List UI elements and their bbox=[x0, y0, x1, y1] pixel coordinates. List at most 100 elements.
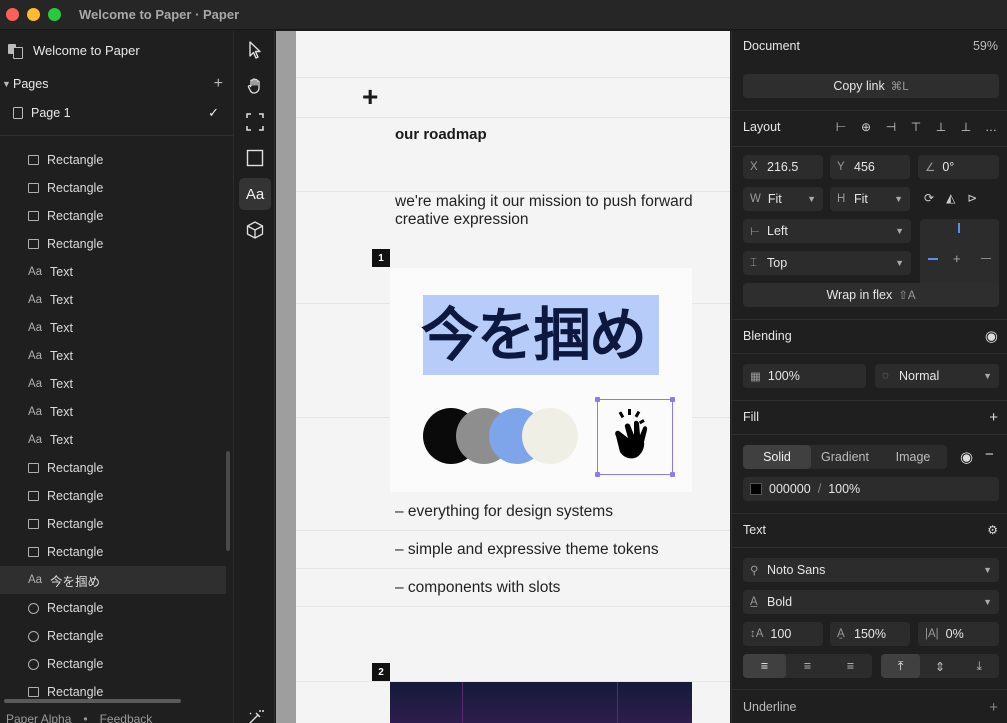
layer-item[interactable]: Aa Text bbox=[0, 258, 226, 286]
layer-item[interactable]: Aa Text bbox=[0, 398, 226, 426]
hero-card[interactable]: 今を掴め bbox=[390, 268, 692, 492]
wrap-in-flex-button[interactable]: Wrap in flex ⇧A bbox=[743, 283, 999, 307]
layer-item[interactable]: Rectangle bbox=[0, 650, 226, 678]
tab-image[interactable]: Image bbox=[879, 445, 947, 469]
align-text-middle-icon[interactable]: ⇕ bbox=[920, 654, 959, 678]
horizontal-scrollbar[interactable] bbox=[4, 699, 181, 703]
layer-item[interactable]: Rectangle bbox=[0, 594, 226, 622]
font-size-field[interactable]: ↕A 100 bbox=[743, 622, 823, 646]
eye-icon[interactable]: ◉ bbox=[960, 448, 973, 466]
artboard[interactable]: + our roadmap we're making it our missio… bbox=[296, 31, 730, 723]
page-item[interactable]: Page 1 ✓ bbox=[0, 99, 233, 127]
opacity-field[interactable]: ▦ 100% bbox=[743, 364, 866, 388]
top-constraint-line[interactable] bbox=[958, 223, 960, 233]
hero-japanese-text[interactable]: 今を掴め bbox=[421, 296, 647, 374]
text-tool[interactable]: Aa bbox=[239, 178, 271, 210]
layer-item[interactable]: Rectangle bbox=[0, 482, 226, 510]
zoom-level[interactable]: 59% bbox=[973, 39, 998, 53]
rotation-field[interactable]: ∠ 0° bbox=[918, 155, 999, 179]
layer-item[interactable]: Rectangle bbox=[0, 202, 226, 230]
font-weight-select[interactable]: A̲ Bold ▼ bbox=[743, 590, 999, 614]
align-bottom-icon[interactable]: ⊥ bbox=[959, 120, 973, 134]
selected-gesture-frame[interactable] bbox=[595, 397, 675, 477]
right-constraint-line[interactable] bbox=[981, 258, 991, 259]
bullet-item[interactable]: – simple and expressive theme tokens bbox=[395, 541, 659, 559]
layer-item[interactable]: Rectangle bbox=[0, 230, 226, 258]
vertical-constraint-select[interactable]: ⌶ Top ▼ bbox=[743, 251, 911, 275]
align-text-bottom-icon[interactable]: ⤓ bbox=[960, 654, 999, 678]
horizontal-constraint-select[interactable]: ⊢ Left ▼ bbox=[743, 219, 911, 243]
rectangle-icon bbox=[28, 211, 39, 221]
align-right-icon[interactable]: ⊣ bbox=[884, 120, 898, 134]
minimize-window-button[interactable] bbox=[27, 8, 40, 21]
layer-label: Rectangle bbox=[47, 685, 104, 699]
align-middle-v-icon[interactable]: ⊥ bbox=[934, 120, 948, 134]
more-icon[interactable]: … bbox=[984, 120, 998, 134]
select-tool[interactable] bbox=[239, 34, 271, 66]
section-2-card[interactable] bbox=[390, 682, 692, 723]
align-text-center-icon[interactable]: ≡ bbox=[786, 654, 829, 678]
color-swatch[interactable] bbox=[750, 483, 762, 495]
mission-text[interactable]: we're making it our mission to push forw… bbox=[395, 193, 695, 229]
y-position-field[interactable]: Y 456 bbox=[830, 155, 910, 179]
layer-item[interactable]: Aa Text bbox=[0, 370, 226, 398]
cream-circle[interactable] bbox=[522, 408, 578, 464]
align-center-h-icon[interactable]: ⊕ bbox=[859, 120, 873, 134]
layer-item[interactable]: Rectangle bbox=[0, 146, 226, 174]
height-field[interactable]: H Fit ▼ bbox=[830, 187, 910, 211]
layer-item[interactable]: Rectangle bbox=[0, 510, 226, 538]
align-text-right-icon[interactable]: ≡ bbox=[829, 654, 872, 678]
tab-gradient[interactable]: Gradient bbox=[811, 445, 879, 469]
add-underline-icon[interactable]: + bbox=[989, 699, 998, 716]
blend-mode-select[interactable]: ◌ Normal ▼ bbox=[875, 364, 999, 388]
hand-tool[interactable] bbox=[239, 70, 271, 102]
layer-item[interactable]: Aa Text bbox=[0, 426, 226, 454]
roadmap-heading[interactable]: our roadmap bbox=[395, 126, 487, 143]
add-page-icon[interactable]: + bbox=[214, 75, 223, 93]
flip-horizontal-icon[interactable]: ◭ bbox=[946, 191, 955, 205]
rectangle-tool[interactable] bbox=[239, 142, 271, 174]
bullet-item[interactable]: – components with slots bbox=[395, 579, 560, 597]
remove-fill-icon[interactable]: − bbox=[985, 446, 994, 463]
align-text-left-icon[interactable]: ≡ bbox=[743, 654, 786, 678]
add-fill-icon[interactable]: + bbox=[989, 409, 998, 426]
width-field[interactable]: W Fit ▼ bbox=[743, 187, 823, 211]
zoom-window-button[interactable] bbox=[48, 8, 61, 21]
copy-link-button[interactable]: Copy link ⌘L bbox=[743, 74, 999, 98]
bullet-item[interactable]: – everything for design systems bbox=[395, 503, 613, 521]
file-header[interactable]: Welcome to Paper bbox=[0, 31, 233, 69]
height-value: Fit bbox=[854, 192, 868, 206]
align-top-icon[interactable]: ⊤ bbox=[909, 120, 923, 134]
line-height-field[interactable]: A̱ 150% bbox=[830, 622, 910, 646]
flip-vertical-icon[interactable]: ⊳ bbox=[967, 191, 977, 205]
x-position-field[interactable]: X 216.5 bbox=[743, 155, 823, 179]
layer-item[interactable]: Rectangle bbox=[0, 622, 226, 650]
close-window-button[interactable] bbox=[6, 8, 19, 21]
left-constraint-line[interactable] bbox=[928, 258, 938, 260]
layers-scrollbar[interactable] bbox=[226, 451, 230, 551]
align-text-top-icon[interactable]: ⤒ bbox=[881, 654, 921, 678]
letter-spacing-field[interactable]: |A| 0% bbox=[918, 622, 999, 646]
feedback-link[interactable]: Feedback bbox=[100, 712, 153, 723]
text-settings-icon[interactable]: ⚙ bbox=[987, 523, 998, 537]
layer-item[interactable]: Aa Text bbox=[0, 286, 226, 314]
layer-item[interactable]: Aa 今を掴め bbox=[0, 566, 226, 594]
canvas[interactable]: + our roadmap we're making it our missio… bbox=[276, 31, 730, 723]
3d-tool[interactable] bbox=[239, 214, 271, 246]
font-family-select[interactable]: ⚲ Noto Sans ▼ bbox=[743, 558, 999, 582]
magic-tool[interactable] bbox=[239, 702, 271, 723]
pages-section-header[interactable]: ▼ Pages + bbox=[0, 69, 233, 99]
layer-item[interactable]: Rectangle bbox=[0, 454, 226, 482]
frame-tool[interactable] bbox=[239, 106, 271, 138]
layer-item[interactable]: Aa Text bbox=[0, 314, 226, 342]
layer-item[interactable]: Rectangle bbox=[0, 538, 226, 566]
lock-ratio-icon[interactable]: ⟳ bbox=[924, 191, 934, 205]
fill-color-field[interactable]: 000000 / 100% bbox=[743, 477, 999, 501]
layer-item[interactable]: Aa Text bbox=[0, 342, 226, 370]
chevron-down-icon[interactable]: ▼ bbox=[0, 79, 13, 89]
text-icon: Aa bbox=[245, 185, 265, 203]
eye-icon[interactable]: ◉ bbox=[985, 327, 998, 345]
align-left-icon[interactable]: ⊢ bbox=[834, 120, 848, 134]
layer-item[interactable]: Rectangle bbox=[0, 174, 226, 202]
tab-solid[interactable]: Solid bbox=[743, 445, 811, 469]
